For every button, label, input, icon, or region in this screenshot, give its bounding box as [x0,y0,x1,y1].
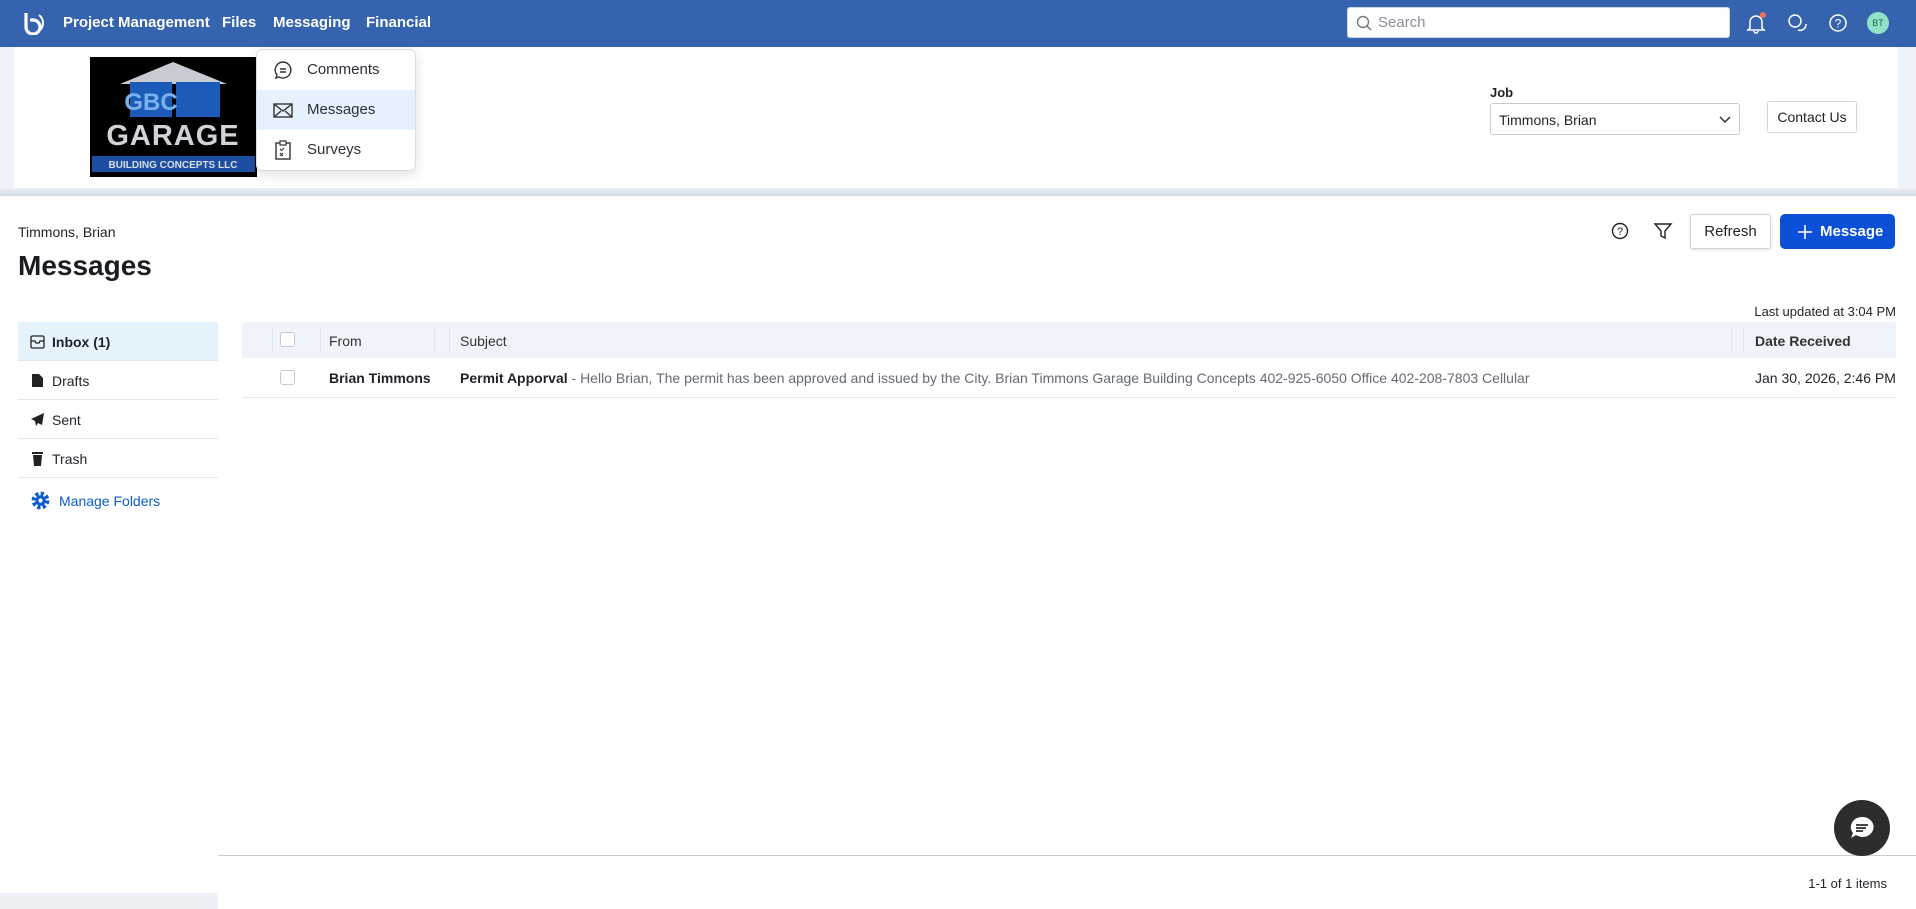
folder-label: Sent [52,412,81,428]
message-from: Brian Timmons [329,370,431,386]
trash-icon [32,452,43,466]
clipboard-icon [275,140,291,160]
folder-label: Trash [52,451,88,467]
bell-icon[interactable] [1745,12,1767,34]
search-input[interactable] [1378,8,1718,37]
nav-financial[interactable]: Financial [366,14,431,31]
folder-label: Inbox (1) [52,334,111,350]
manage-folders-label: Manage Folders [59,493,161,509]
row-checkbox[interactable] [280,370,295,385]
folder-sent[interactable]: Sent [18,400,218,439]
column-header-date-received[interactable]: Date Received [1755,333,1851,349]
sidebar-footer [0,893,218,909]
folder-label: Drafts [52,373,90,389]
table-row[interactable]: Brian Timmons Permit Apporval - Hello Br… [242,358,1896,398]
help-icon[interactable]: ? [1610,221,1630,241]
search-box[interactable] [1347,7,1730,38]
nav-messaging[interactable]: Messaging [273,14,351,31]
footer-divider [218,855,1916,856]
search-icon [1356,15,1372,31]
menu-item-surveys[interactable]: Surveys [257,130,415,170]
svg-text:BUILDING CONCEPTS LLC: BUILDING CONCEPTS LLC [109,160,238,171]
chat-bubble-icon [1850,816,1874,838]
menu-item-label: Surveys [307,141,362,158]
chat-icon[interactable] [1786,12,1808,34]
filter-icon[interactable] [1653,221,1673,241]
new-message-button[interactable]: Message [1780,214,1895,249]
menu-item-label: Messages [307,101,376,118]
svg-text:?: ? [1835,17,1842,31]
folder-trash[interactable]: Trash [18,439,218,478]
contact-us-button[interactable]: Contact Us [1767,101,1857,133]
message-date: Jan 30, 2026, 2:46 PM [1755,370,1896,386]
help-icon[interactable]: ? [1827,12,1849,34]
nav-files[interactable]: Files [222,14,256,31]
inbox-icon [30,335,45,349]
nav-project-management[interactable]: Project Management [63,14,210,31]
last-updated-text: Last updated at 3:04 PM [1754,304,1896,319]
chat-support-button[interactable] [1834,800,1890,856]
svg-text:GARAGE: GARAGE [106,120,239,152]
menu-item-comments[interactable]: Comments [257,50,415,90]
plus-icon [1798,225,1812,239]
top-navigation-bar: Project Management Files Messaging Finan… [0,0,1916,47]
page-title: Messages [18,250,152,281]
pagination-info: 1-1 of 1 items [1808,876,1887,891]
chevron-down-icon [1719,116,1731,124]
folder-inbox[interactable]: Inbox (1) [18,322,218,361]
logo-mark: GBC [124,89,177,116]
job-select[interactable]: Timmons, Brian [1490,103,1740,135]
messaging-dropdown-menu: Comments Messages Surveys [256,49,416,171]
comment-icon [274,61,292,80]
company-logo: GBC GARAGE BUILDING CONCEPTS LLC [90,57,257,177]
folder-drafts[interactable]: Drafts [18,361,218,400]
job-select-value: Timmons, Brian [1499,112,1597,128]
document-icon [32,374,43,387]
envelope-icon [273,103,293,118]
svg-text:?: ? [1617,226,1623,238]
new-message-label: Message [1820,223,1884,240]
select-all-checkbox[interactable] [280,332,295,347]
column-header-subject[interactable]: Subject [460,333,507,349]
message-subject: Permit Apporval [460,370,568,386]
user-avatar[interactable]: BT [1867,12,1889,34]
message-preview: - Hello Brian, The permit has been appro… [567,370,1530,386]
gear-icon [31,491,50,510]
menu-item-label: Comments [307,61,380,78]
paper-plane-icon [31,413,44,426]
refresh-button[interactable]: Refresh [1690,214,1771,249]
header-divider [0,188,1916,196]
job-label: Job [1490,85,1514,100]
column-header-from[interactable]: From [329,333,362,349]
menu-item-messages[interactable]: Messages [257,90,415,130]
app-logo-icon[interactable] [22,11,44,35]
breadcrumb[interactable]: Timmons, Brian [18,224,116,240]
